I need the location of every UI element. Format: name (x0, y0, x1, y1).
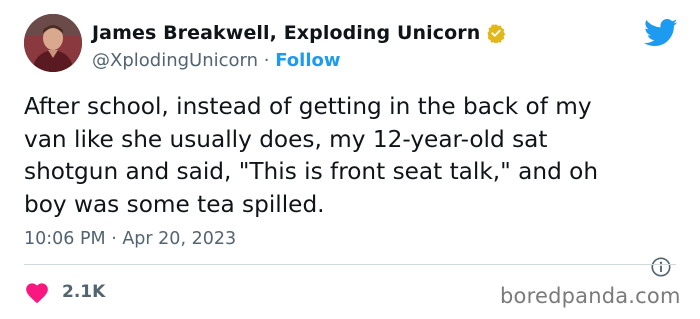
author-handle[interactable]: @XplodingUnicorn (92, 50, 258, 71)
tweet-text-line: van like she usually does, my 12-year-ol… (24, 125, 548, 153)
like-count: 2.1K (62, 282, 106, 302)
author-handle-row: @XplodingUnicorn · Follow (92, 50, 341, 71)
verified-badge-icon (486, 23, 506, 44)
tweet-card: James Breakwell, Exploding Unicorn @Xplo… (0, 0, 700, 319)
watermark: boredpanda.com (500, 284, 681, 308)
follow-button[interactable]: Follow (275, 50, 340, 71)
like-action[interactable]: 2.1K (24, 280, 105, 304)
tweet-text: After school, instead of getting in the … (24, 91, 674, 221)
twitter-bird-icon[interactable] (644, 18, 678, 48)
tweet-timestamp[interactable]: 10:06 PM · Apr 20, 2023 (24, 229, 236, 249)
tweet-text-line: boy was some tea spilled. (24, 190, 325, 218)
heart-icon[interactable] (24, 280, 50, 304)
author-name-row: James Breakwell, Exploding Unicorn (92, 22, 506, 44)
author-display-name[interactable]: James Breakwell, Exploding Unicorn (92, 22, 480, 44)
divider (24, 264, 676, 265)
info-icon[interactable] (650, 256, 672, 278)
handle-separator: · (263, 50, 270, 71)
tweet-text-line: shotgun and said, "This is front seat ta… (24, 158, 599, 185)
tweet-text-line: After school, instead of getting in the … (24, 93, 592, 120)
avatar[interactable] (24, 14, 82, 72)
